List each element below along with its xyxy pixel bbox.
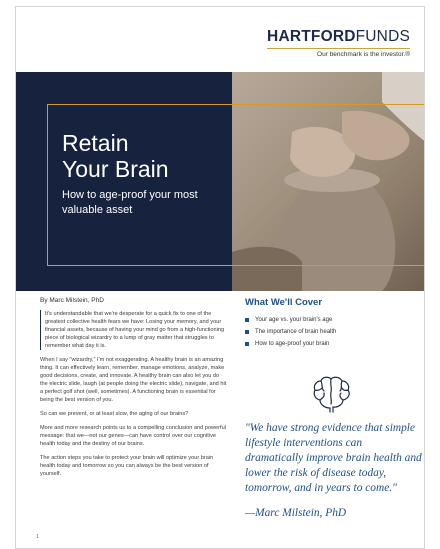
hero-title-line2: Your Brain — [62, 156, 169, 182]
hero-banner: Retain Your Brain How to age-proof your … — [16, 72, 424, 291]
list-item-label: The importance of brain health — [255, 329, 337, 335]
page-number: 1 — [36, 534, 39, 540]
brand-name-light: FUNDS — [355, 28, 410, 45]
document-page: HARTFORDFUNDS Our benchmark is the inves… — [15, 6, 425, 549]
brand-divider — [267, 47, 410, 49]
cover-list: Your age vs. your brain's age The import… — [245, 314, 415, 350]
bullet-icon — [245, 330, 249, 334]
hero-title: Retain Your Brain — [62, 130, 232, 182]
hero-subtitle: How to age-proof your most valuable asse… — [62, 189, 198, 216]
brand-name: HARTFORDFUNDS — [267, 29, 410, 45]
list-item: How to age-proof your brain — [245, 338, 415, 350]
list-item-label: How to age-proof your brain — [255, 341, 330, 347]
list-item-label: Your age vs. your brain's age — [255, 317, 333, 323]
paragraph-5: The action steps you take to protect you… — [40, 455, 214, 477]
brand-name-bold: HARTFORD — [267, 28, 356, 45]
paragraph-2: When I say "wizardry," I'm not exaggerat… — [40, 357, 227, 403]
cover-section: What We'll Cover Your age vs. your brain… — [245, 297, 415, 350]
pull-quote: "We have strong evidence that simple lif… — [245, 422, 422, 494]
brand-logo: HARTFORDFUNDS Our benchmark is the inves… — [267, 29, 410, 58]
gold-frame — [47, 104, 424, 266]
brand-tagline: Our benchmark is the investor.® — [317, 50, 410, 58]
byline: By Marc Milstein, PhD — [40, 297, 104, 304]
hero-title-line1: Retain — [62, 130, 129, 156]
body-text: It's understandable that we're desperate… — [40, 310, 228, 484]
brain-icon — [310, 374, 354, 414]
paragraph-1: It's understandable that we're desperate… — [40, 310, 228, 350]
list-item: Your age vs. your brain's age — [245, 314, 415, 326]
list-item: The importance of brain health — [245, 326, 415, 338]
quote-author: —Marc Milstein, PhD — [245, 507, 347, 519]
bullet-icon — [245, 318, 249, 322]
paragraph-4: More and more research points us to a co… — [40, 425, 226, 447]
paragraph-3: So can we prevent, or at least slow, the… — [40, 411, 189, 417]
bullet-icon — [245, 342, 249, 346]
cover-heading: What We'll Cover — [245, 297, 323, 308]
